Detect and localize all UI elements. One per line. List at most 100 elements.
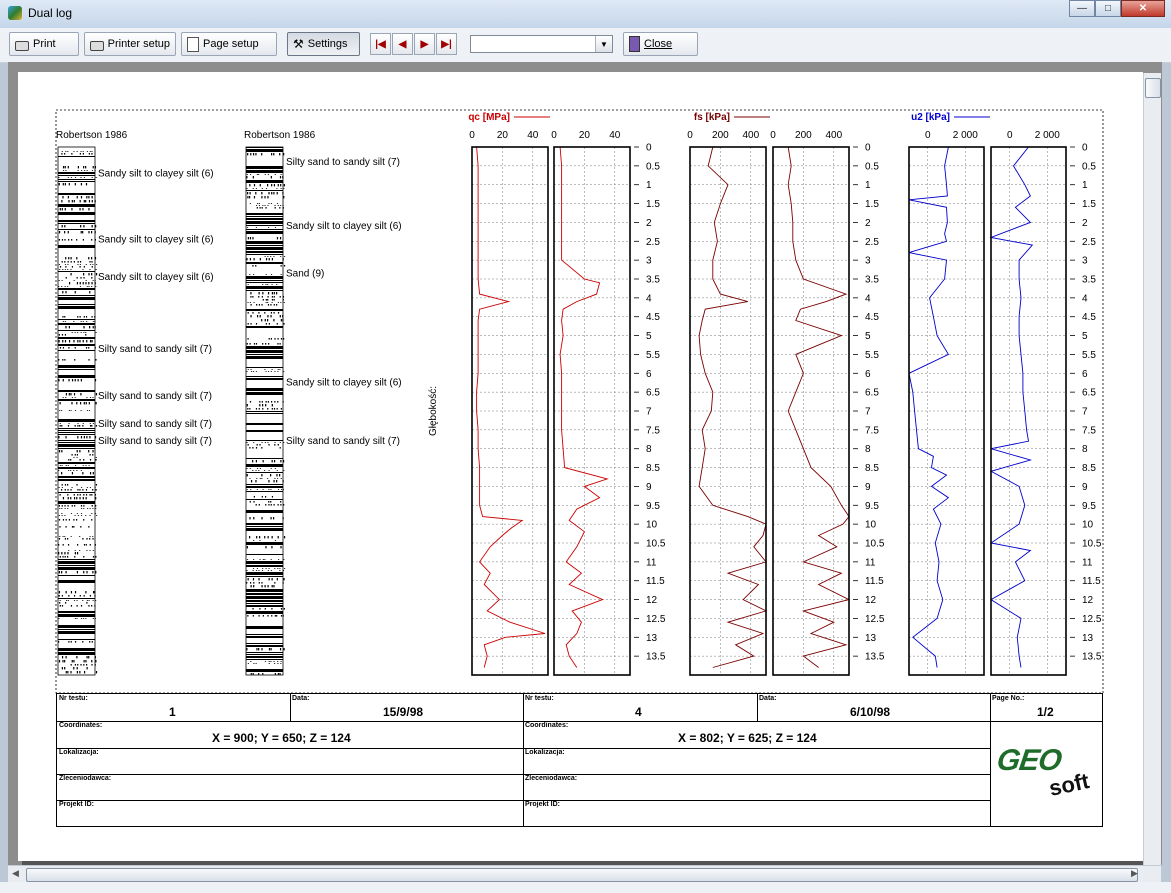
left-lithology-column-dot <box>79 497 81 500</box>
left-lithology-column-dot <box>80 508 83 509</box>
minimize-button[interactable]: — <box>1069 0 1095 17</box>
right-lithology-column-band <box>246 354 283 355</box>
right-lithology-column-dot <box>270 256 272 257</box>
left-lithology-column-dot <box>62 183 64 186</box>
left-lithology-column-band <box>58 559 95 560</box>
right-lithology-column-dot <box>258 205 261 206</box>
next-record-button[interactable]: ▶ <box>414 33 435 55</box>
left-lithology-column-dot <box>64 264 67 265</box>
record-combo[interactable]: ▼ <box>470 35 613 53</box>
close-button[interactable]: Close <box>623 32 698 56</box>
left-lithology-column-dot <box>74 359 76 361</box>
left-lithology-column-band <box>58 245 95 248</box>
last-record-button[interactable]: ▶| <box>436 33 457 55</box>
left-lithology-column-dot <box>59 266 62 268</box>
left-lithology-column-dot <box>92 264 94 265</box>
settings-button[interactable]: ⚒ Settings <box>287 32 360 56</box>
printer-setup-button[interactable]: Printer setup <box>84 32 176 56</box>
right-lithology-column-band <box>246 565 283 567</box>
left-lithology-column-band <box>58 175 95 176</box>
horizontal-scrollbar[interactable]: ◀ ▶ <box>8 865 1161 883</box>
left-lithology-column-dot <box>92 550 94 551</box>
right-lithology-column-band <box>246 218 283 220</box>
right-lithology-column-dot <box>250 673 252 675</box>
left-lithology-column-dot <box>58 515 60 516</box>
left-lithology-column-dot <box>92 536 94 537</box>
left-lithology-column-band <box>58 580 95 583</box>
right-lithology-column-dot <box>259 478 261 479</box>
left-lithology-column-dot <box>73 600 76 601</box>
x-tick-label: 20 <box>497 130 509 141</box>
right-lithology-column-band <box>246 356 283 359</box>
left-lithology-column-dot <box>91 494 93 496</box>
prev-record-button[interactable]: ◀ <box>392 33 413 55</box>
vertical-scrollbar[interactable] <box>1143 73 1161 865</box>
right-lithology-column-band <box>246 593 283 595</box>
close-label: Close <box>644 38 673 50</box>
left-lithology-column-dot <box>64 667 66 670</box>
print-button[interactable]: Print <box>9 32 79 56</box>
right-lithology-column-band <box>246 600 283 602</box>
right-lithology-column-band <box>246 656 283 658</box>
series-line <box>908 146 950 668</box>
left-lithology-column-dot <box>67 494 69 496</box>
right-lithology-column-dot <box>277 444 279 446</box>
y-tick-label: 9 <box>1082 482 1088 493</box>
left-lithology-column-dot <box>91 316 93 318</box>
page-setup-button[interactable]: Page setup <box>181 32 277 56</box>
left-lithology-column-dot <box>83 170 86 171</box>
left-lithology-column-dot <box>73 519 75 521</box>
right-lithology-column-band <box>246 464 283 467</box>
first-record-button[interactable]: |◀ <box>370 33 391 55</box>
horizontal-scroll-thumb[interactable] <box>26 868 1138 882</box>
page-number-label: Page No.: <box>992 695 1025 702</box>
right-lithology-column-band <box>246 413 283 414</box>
vertical-scroll-thumb[interactable] <box>1145 78 1161 98</box>
left-lithology-column-dot <box>85 280 87 281</box>
right-lithology-column-dot <box>279 343 281 345</box>
scroll-right-icon[interactable]: ▶ <box>1131 868 1138 879</box>
left-lithology-column-band <box>58 430 95 431</box>
right-lithology-column-dot <box>247 196 249 199</box>
y-tick-label: 3 <box>865 256 871 267</box>
right-lithology-column-dot <box>276 188 278 189</box>
left-lithology-column-dot <box>67 484 69 486</box>
right-lithology-column-dot <box>246 559 249 560</box>
right-lithology-column-dot <box>268 338 270 340</box>
left-lithology-column-dot <box>77 340 79 343</box>
left-lithology-column-dot <box>67 166 69 169</box>
left-lithology-column-dot <box>79 200 81 203</box>
left-lithology-column-dot <box>91 505 93 507</box>
left-lithology-column-dot <box>91 200 93 203</box>
right-lithology-column-dot <box>280 501 282 503</box>
left-lithology-column-dot <box>77 170 79 171</box>
close-window-button[interactable]: ✕ <box>1121 0 1165 17</box>
right-lithology-column-dot <box>252 371 255 372</box>
right-lithology-column-dot <box>259 468 262 469</box>
right-lithology-column-dot <box>283 302 285 303</box>
right-lithology-column-band <box>246 388 283 391</box>
right-lithology-column-dot <box>265 284 267 285</box>
right-lithology-column-dot <box>267 371 270 372</box>
scroll-left-icon[interactable]: ◀ <box>12 868 19 879</box>
left-lithology-column-dot <box>83 273 85 276</box>
y-tick-label: 5 <box>646 331 652 342</box>
y-tick-label: 10.5 <box>865 539 885 550</box>
x-tick-label: 0 <box>469 130 475 141</box>
left-lithology-column-dot <box>95 264 98 265</box>
left-lithology-column-dot <box>61 225 63 228</box>
left-lithology-column-dot <box>59 465 61 466</box>
maximize-button[interactable]: □ <box>1095 0 1121 17</box>
right-lithology-column-dot <box>271 585 273 588</box>
right-lithology-column-dot <box>270 517 272 520</box>
left-lithology-column-dot <box>73 497 76 500</box>
left-lithology-column-dot <box>73 660 75 663</box>
chevron-down-icon[interactable]: ▼ <box>595 36 612 52</box>
y-tick-label: 12 <box>646 595 658 606</box>
left-lithology-column-band <box>58 440 95 441</box>
right-soil-label: Sandy silt to clayey silt (6) <box>286 378 402 389</box>
left-lithology-column-dot <box>58 595 60 597</box>
left-lithology-column-dot <box>61 605 64 607</box>
left-lithology-column-band <box>58 492 95 493</box>
left-lithology-column-dot <box>83 277 85 279</box>
